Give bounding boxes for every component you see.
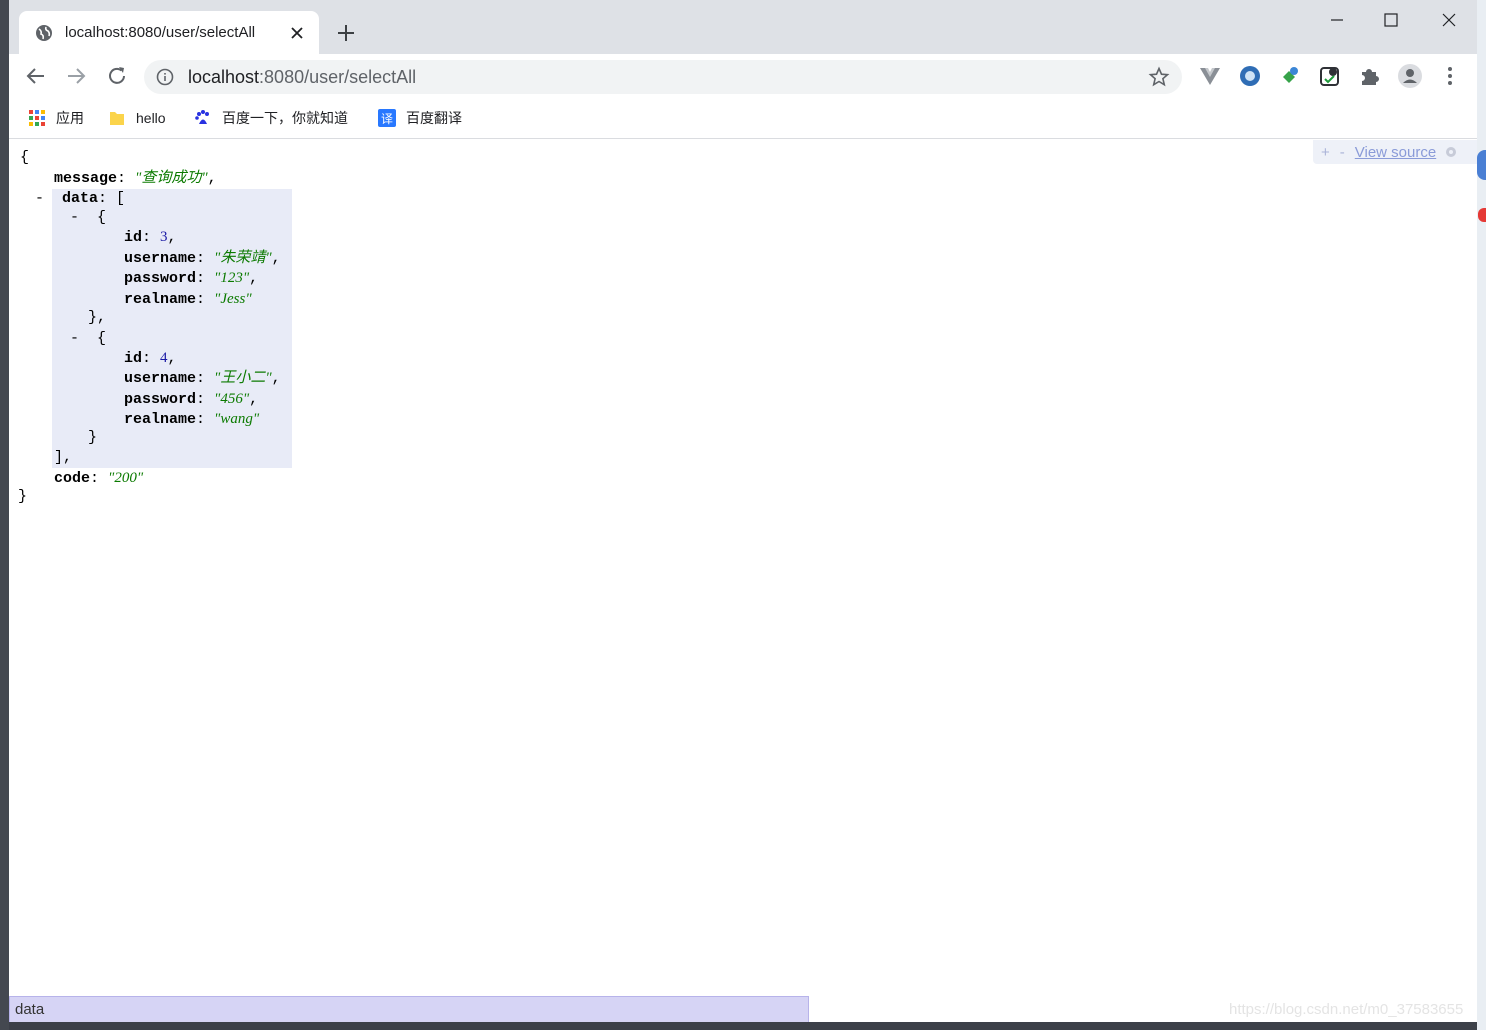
tab-title: localhost:8080/user/selectAll bbox=[65, 24, 256, 41]
json-row-array-close: ], bbox=[54, 449, 73, 466]
new-tab-plus-icon[interactable] bbox=[335, 22, 357, 44]
forward-arrow-icon[interactable] bbox=[64, 64, 88, 88]
background-app-left bbox=[0, 0, 9, 1030]
background-app-right bbox=[1477, 0, 1486, 1030]
brace-close: } bbox=[18, 488, 28, 505]
extension-green-puzzle-icon[interactable] bbox=[1277, 63, 1303, 89]
browser-window: localhost:8080/user/selectAll localhost:… bbox=[9, 0, 1477, 1022]
json-row-id: id: 4, bbox=[124, 350, 177, 367]
bookmark-baidu[interactable]: 百度一下，你就知道 bbox=[194, 107, 348, 129]
url-host: localhost bbox=[188, 66, 260, 87]
json-row-realname: realname: "wang" bbox=[124, 411, 260, 428]
json-key: message bbox=[54, 170, 118, 187]
background-avatar bbox=[1477, 150, 1486, 180]
json-row-id: id: 3, bbox=[124, 229, 177, 246]
json-number-value: 4 bbox=[160, 350, 168, 366]
gear-icon[interactable] bbox=[1444, 145, 1458, 159]
json-string-value: "456" bbox=[214, 391, 250, 407]
bookmarks-bar: 应用 hello 百度一下，你就知道 译 百度翻译 bbox=[9, 98, 1477, 139]
bookmark-label: 百度翻译 bbox=[406, 110, 462, 126]
collapse-all-button[interactable]: - bbox=[1340, 144, 1345, 161]
window-close-icon[interactable] bbox=[1437, 10, 1461, 30]
json-string-value: "123" bbox=[214, 270, 250, 286]
bookmark-label: 应用 bbox=[56, 110, 84, 126]
json-row-item-close: }, bbox=[88, 309, 107, 326]
url-text[interactable]: localhost:8080/user/selectAll bbox=[188, 67, 1148, 88]
globe-icon bbox=[36, 24, 52, 41]
baidu-paw-icon bbox=[195, 110, 209, 124]
extensions-puzzle-icon[interactable] bbox=[1357, 63, 1383, 89]
viewer-toolbar: + - View source bbox=[1313, 140, 1477, 164]
vue-devtools-icon[interactable] bbox=[1197, 63, 1223, 89]
close-icon[interactable] bbox=[289, 25, 305, 41]
json-string-value: "王小二" bbox=[214, 370, 272, 386]
url-path: :8080/user/selectAll bbox=[259, 66, 417, 87]
json-number-value: 3 bbox=[160, 229, 168, 245]
info-icon[interactable] bbox=[156, 68, 174, 86]
svg-text:译: 译 bbox=[381, 112, 393, 126]
bookmark-label: 百度一下，你就知道 bbox=[222, 110, 348, 126]
expand-all-button[interactable]: + bbox=[1321, 144, 1330, 161]
baidu-translate-icon: 译 bbox=[378, 109, 396, 127]
json-row-item-close: } bbox=[88, 429, 98, 446]
bookmark-apps[interactable]: 应用 bbox=[28, 107, 84, 129]
bookmark-label: hello bbox=[136, 110, 166, 126]
brace-open: { bbox=[20, 149, 30, 166]
bookmark-star-icon[interactable] bbox=[1148, 66, 1170, 88]
menu-kebab-icon[interactable] bbox=[1437, 63, 1463, 89]
minimize-icon[interactable] bbox=[1325, 10, 1349, 30]
json-row-message: message: "查询成功", bbox=[54, 170, 217, 187]
apps-grid-icon bbox=[29, 110, 45, 126]
json-string-value: "Jess" bbox=[214, 291, 252, 307]
json-string-value: "朱荣靖" bbox=[214, 250, 272, 266]
bookmark-hello-folder[interactable]: hello bbox=[108, 107, 166, 129]
json-key: code bbox=[54, 470, 91, 487]
json-row-username: username: "朱荣靖", bbox=[124, 250, 281, 267]
json-string-value: "wang" bbox=[214, 411, 260, 427]
extension-checklist-icon[interactable] bbox=[1317, 63, 1343, 89]
json-row-password: password: "123", bbox=[124, 270, 259, 287]
watermark: https://blog.csdn.net/m0_37583655 bbox=[1229, 1001, 1464, 1018]
extension-blue-circle-icon[interactable] bbox=[1237, 63, 1263, 89]
status-bar: data bbox=[9, 996, 809, 1022]
address-bar[interactable]: localhost:8080/user/selectAll bbox=[144, 60, 1182, 94]
json-row-item-open: - { bbox=[70, 209, 107, 226]
background-notification-dot bbox=[1478, 208, 1486, 222]
maximize-icon[interactable] bbox=[1379, 10, 1403, 30]
json-viewer: { message: "查询成功", - data: [ - { id: 3, … bbox=[9, 139, 1477, 1022]
tab-strip: localhost:8080/user/selectAll bbox=[9, 0, 1477, 54]
reload-icon[interactable] bbox=[105, 64, 129, 88]
back-arrow-icon[interactable] bbox=[24, 64, 48, 88]
toolbar: localhost:8080/user/selectAll bbox=[9, 54, 1477, 98]
json-key: data bbox=[62, 190, 99, 207]
collapse-toggle[interactable]: - bbox=[35, 190, 44, 207]
view-source-link[interactable]: View source bbox=[1355, 144, 1436, 161]
json-string-value: "200" bbox=[108, 470, 144, 486]
folder-icon bbox=[110, 112, 124, 125]
json-row-realname: realname: "Jess" bbox=[124, 291, 252, 308]
bookmark-baidu-translate[interactable]: 译 百度翻译 bbox=[378, 107, 462, 129]
json-row-username: username: "王小二", bbox=[124, 370, 281, 387]
collapse-toggle[interactable]: - bbox=[70, 330, 79, 347]
json-row-password: password: "456", bbox=[124, 391, 259, 408]
collapse-toggle[interactable]: - bbox=[70, 209, 79, 226]
json-row-data: - data: [ bbox=[35, 190, 126, 207]
json-row-code: code: "200" bbox=[54, 470, 144, 487]
json-string-value: "查询成功" bbox=[135, 170, 208, 186]
profile-avatar-icon[interactable] bbox=[1397, 63, 1423, 89]
json-row-item-open: - { bbox=[70, 330, 107, 347]
tab-active[interactable]: localhost:8080/user/selectAll bbox=[19, 11, 319, 54]
